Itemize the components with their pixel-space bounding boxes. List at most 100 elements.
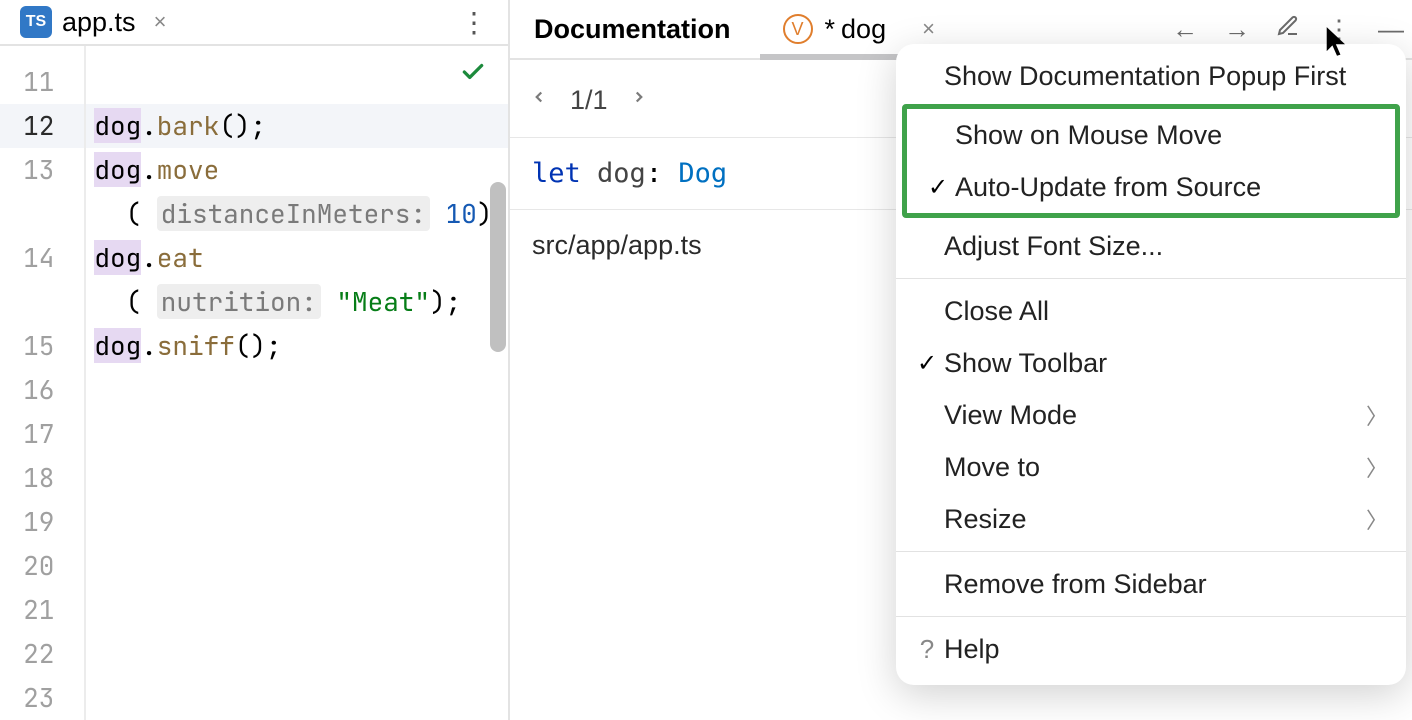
code-text: ();: [235, 328, 282, 363]
line-number: 21: [0, 588, 84, 632]
code-area[interactable]: dog.bark(); dog.move ( distanceInMeters:…: [86, 46, 508, 720]
editor-tab-app-ts[interactable]: TS app.ts ×: [8, 0, 186, 44]
menu-label: Remove from Sidebar: [944, 569, 1388, 600]
code-line[interactable]: ( nutrition: "Meat");: [86, 280, 508, 324]
method-call: move: [157, 152, 219, 187]
menu-label: Auto-Update from Source: [955, 172, 1377, 203]
identifier: dog: [94, 108, 141, 143]
mouse-cursor-icon: [1324, 26, 1350, 66]
variable-icon: V: [783, 14, 813, 44]
tab-label: dog: [841, 14, 886, 45]
code-line[interactable]: [86, 60, 508, 104]
code-text: (: [126, 196, 157, 231]
menu-auto-update-from-source[interactable]: ✓ Auto-Update from Source: [907, 161, 1395, 213]
code-line[interactable]: dog.move: [86, 148, 508, 192]
line-number: 13: [0, 148, 84, 192]
type-name[interactable]: Dog: [678, 158, 727, 189]
menu-adjust-font-size[interactable]: Adjust Font Size...: [896, 220, 1406, 272]
tab-label: Documentation: [534, 14, 731, 45]
code-text: ();: [219, 108, 266, 143]
method-call: sniff: [157, 328, 235, 363]
line-number: 15: [0, 324, 84, 368]
line-number: 11: [0, 60, 84, 104]
identifier: dog: [94, 152, 141, 187]
line-number: 19: [0, 500, 84, 544]
line-number: 22: [0, 632, 84, 676]
modified-indicator: *: [825, 14, 836, 45]
close-icon[interactable]: ×: [914, 16, 935, 42]
editor-body[interactable]: 11 12 13 14 15 16 17 18 19 20 21 22 23: [0, 46, 508, 720]
menu-label: Show on Mouse Move: [955, 120, 1377, 151]
code-text: [321, 284, 337, 319]
chevron-right-icon[interactable]: [630, 84, 648, 117]
tab-documentation[interactable]: Documentation: [510, 0, 755, 58]
line-gutter: 11 12 13 14 15 16 17 18 19 20 21 22 23: [0, 46, 86, 720]
menu-help[interactable]: ? Help: [896, 623, 1406, 675]
code-text: :: [646, 158, 679, 189]
tab-dog-file[interactable]: V * dog: [759, 0, 911, 58]
menu-separator: [896, 278, 1406, 279]
edit-icon[interactable]: [1276, 14, 1300, 45]
menu-separator: [896, 616, 1406, 617]
editor-tab-filename: app.ts: [62, 7, 136, 38]
menu-label: Show Toolbar: [944, 348, 1388, 379]
close-icon[interactable]: ×: [146, 9, 175, 35]
menu-label: Close All: [944, 296, 1388, 327]
menu-show-toolbar[interactable]: ✓ Show Toolbar: [896, 337, 1406, 389]
line-number: 23: [0, 676, 84, 720]
doc-toolbar: ← → ⋮ —: [1172, 14, 1404, 45]
check-icon: ✓: [910, 349, 944, 378]
line-number: 16: [0, 368, 84, 412]
code-line[interactable]: ( distanceInMeters: 10);: [86, 192, 508, 236]
code-line[interactable]: dog.bark();: [86, 104, 508, 148]
menu-remove-from-sidebar[interactable]: Remove from Sidebar: [896, 558, 1406, 610]
code-text: (: [126, 284, 157, 319]
editor-tab-bar: TS app.ts × ⋮: [0, 0, 508, 46]
method-call: bark: [157, 108, 219, 143]
menu-label: Show Documentation Popup First: [944, 61, 1388, 92]
back-icon[interactable]: ←: [1172, 14, 1198, 45]
check-icon: ✓: [921, 173, 955, 202]
number-literal: 10: [446, 196, 477, 231]
identifier: dog: [94, 328, 141, 363]
code-text: );: [430, 284, 461, 319]
menu-view-mode[interactable]: View Mode 〉: [896, 389, 1406, 441]
code-line[interactable]: dog.sniff();: [86, 324, 508, 368]
line-number: 17: [0, 412, 84, 456]
line-number: [0, 280, 84, 324]
keyword: let: [532, 158, 581, 189]
editor-pane: TS app.ts × ⋮ 11 12 13 14 15 16 17 18 19…: [0, 0, 510, 720]
typescript-icon: TS: [20, 6, 52, 38]
no-problems-icon[interactable]: [460, 58, 486, 93]
chevron-right-icon: 〉: [1366, 451, 1388, 483]
menu-close-all[interactable]: Close All: [896, 285, 1406, 337]
options-menu: Show Documentation Popup First Show on M…: [896, 44, 1406, 685]
menu-label: View Mode: [944, 400, 1366, 431]
chevron-right-icon: 〉: [1366, 503, 1388, 535]
nav-counter: 1/1: [570, 85, 608, 116]
question-icon: ?: [910, 634, 944, 665]
minimize-icon[interactable]: —: [1378, 14, 1404, 45]
menu-resize[interactable]: Resize 〉: [896, 493, 1406, 545]
menu-label: Adjust Font Size...: [944, 231, 1388, 262]
line-number: 18: [0, 456, 84, 500]
identifier: dog: [94, 240, 141, 275]
highlighted-menu-group: Show on Mouse Move ✓ Auto-Update from So…: [902, 104, 1400, 218]
menu-show-on-mouse-move[interactable]: Show on Mouse Move: [907, 109, 1395, 161]
code-line[interactable]: dog.eat: [86, 236, 508, 280]
menu-label: Move to: [944, 452, 1366, 483]
method-call: eat: [157, 240, 204, 275]
inlay-hint: distanceInMeters:: [157, 196, 430, 231]
line-number: 12: [0, 104, 84, 148]
code-text: [430, 196, 446, 231]
menu-move-to[interactable]: Move to 〉: [896, 441, 1406, 493]
menu-separator: [896, 551, 1406, 552]
chevron-left-icon[interactable]: [530, 84, 548, 117]
scrollbar-thumb[interactable]: [490, 182, 506, 352]
chevron-right-icon: 〉: [1366, 399, 1388, 431]
forward-icon[interactable]: →: [1224, 14, 1250, 45]
documentation-pane: Documentation V * dog × ← → ⋮ —: [510, 0, 1412, 720]
string-literal: "Meat": [336, 284, 430, 319]
inlay-hint: nutrition:: [157, 284, 321, 319]
more-vertical-icon[interactable]: ⋮: [460, 6, 488, 39]
